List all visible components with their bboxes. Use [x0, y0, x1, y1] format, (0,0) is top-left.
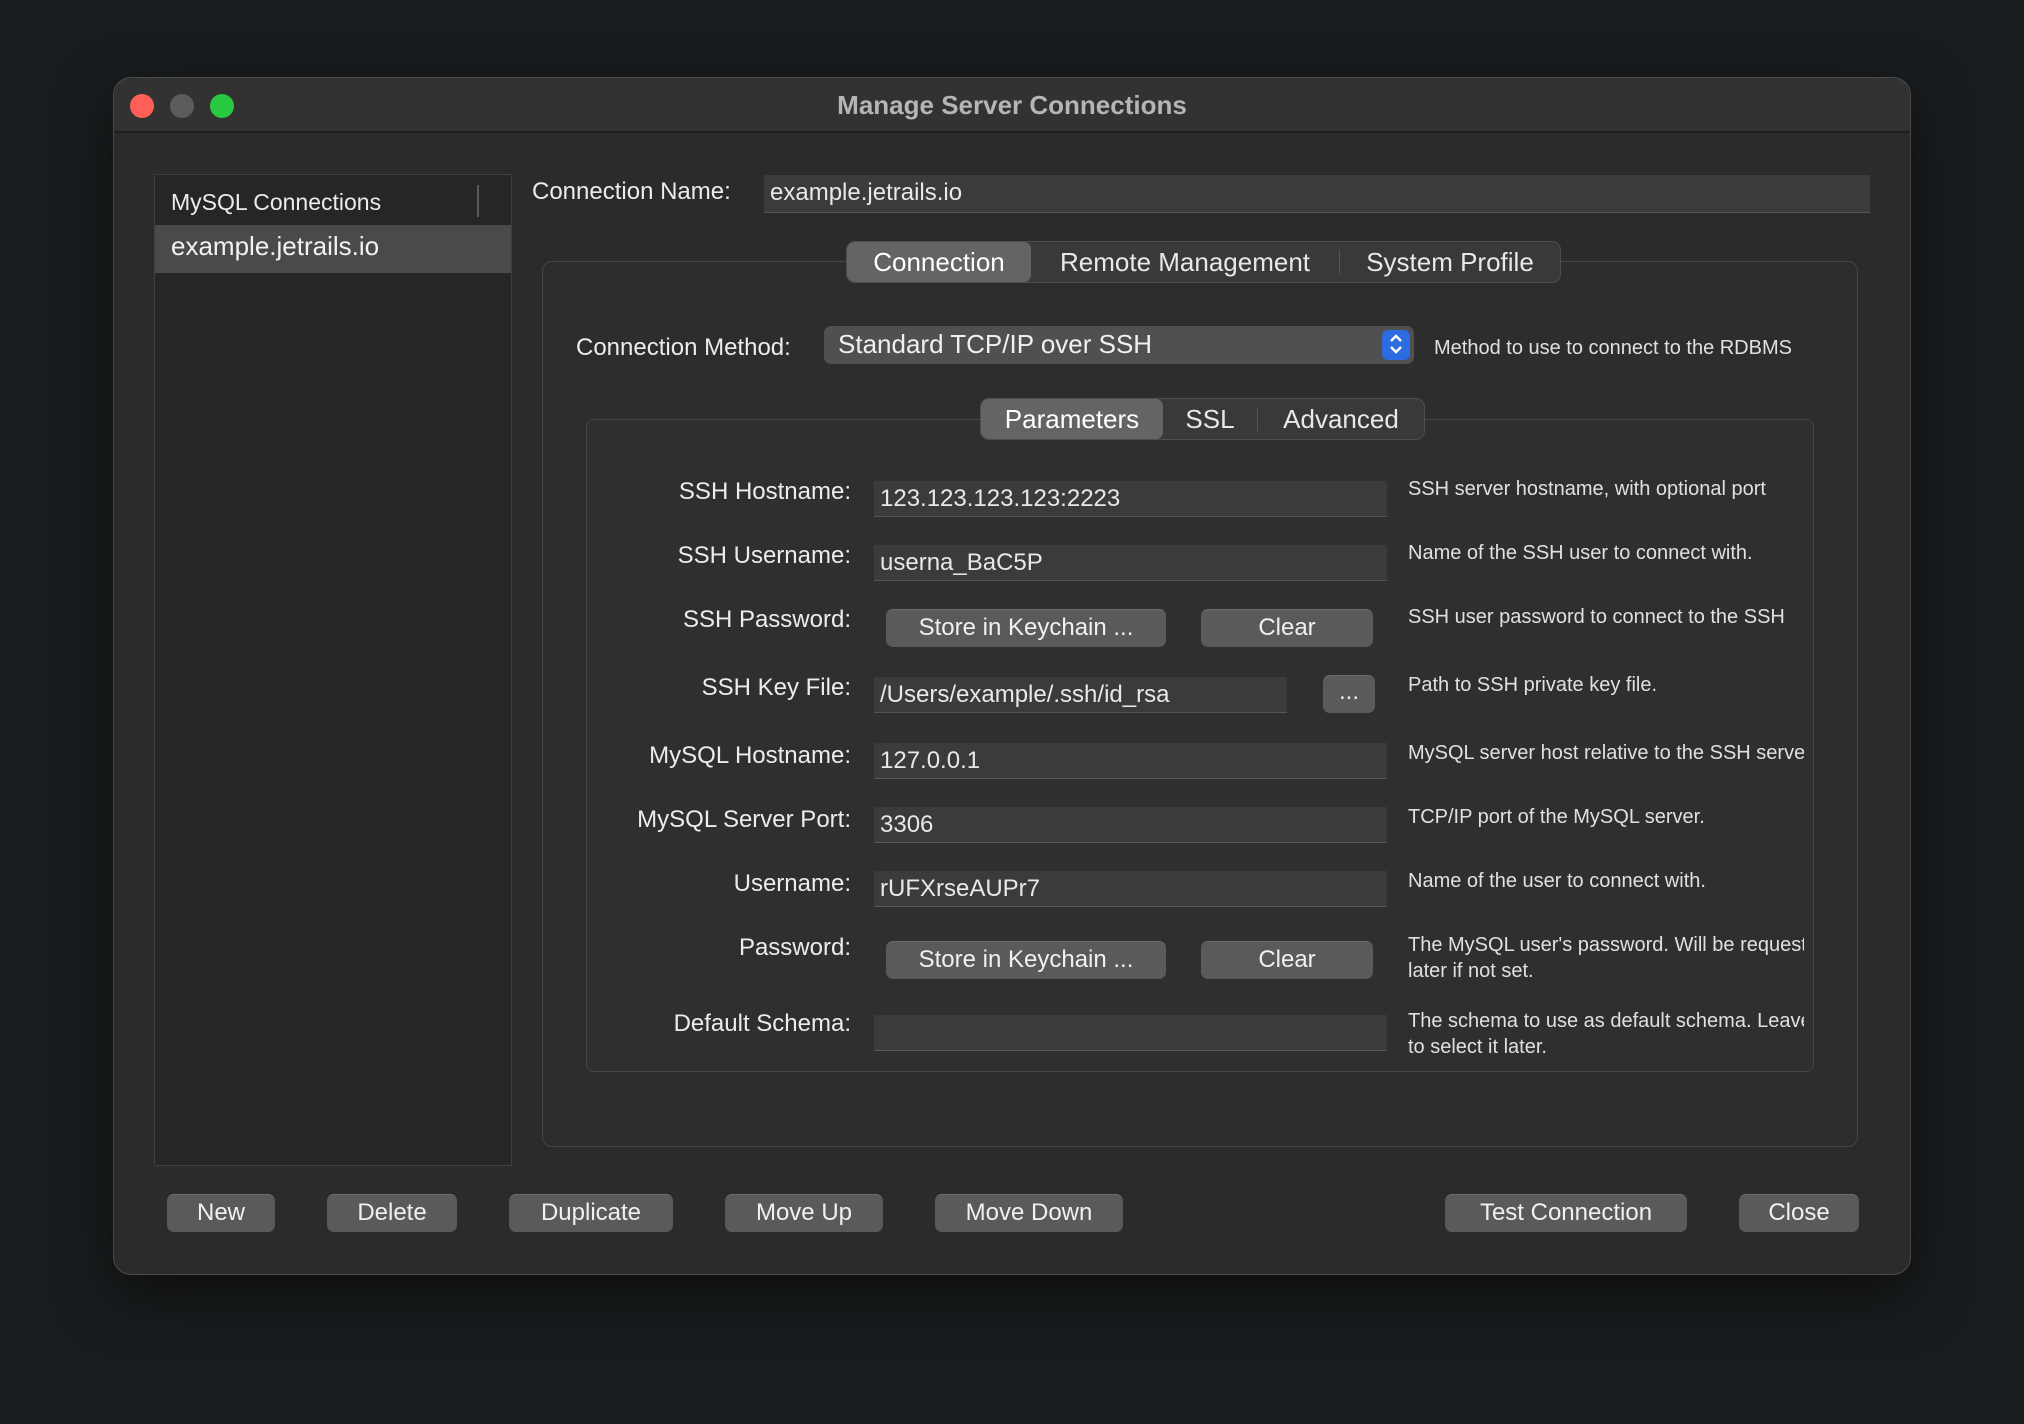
close-button[interactable]: Close: [1739, 1194, 1859, 1232]
mysql-port-help: TCP/IP port of the MySQL server.: [1408, 806, 1705, 828]
new-button[interactable]: New: [167, 1194, 275, 1232]
mysql-port-input[interactable]: 3306: [874, 807, 1387, 843]
window-title: Manage Server Connections: [837, 90, 1187, 120]
delete-button[interactable]: Delete: [327, 1194, 457, 1232]
ssh-password-store-button[interactable]: Store in Keychain ...: [886, 609, 1166, 647]
connection-method-help: Method to use to connect to the RDBMS: [1434, 337, 1792, 359]
mysql-port-label: MySQL Server Port:: [637, 806, 851, 833]
password-label: Password:: [738, 934, 851, 961]
parameters-group-box: SSH Hostname: 123.123.123.123:2223 SSH s…: [586, 419, 1814, 1072]
ssh-key-file-input[interactable]: /Users/example/.ssh/id_rsa: [874, 677, 1287, 713]
column-divider[interactable]: [477, 185, 479, 217]
connection-method-value: Standard TCP/IP over SSH: [838, 329, 1153, 359]
ssh-hostname-label: SSH Hostname:: [678, 478, 851, 505]
parameters-tab-bar: Parameters SSL Advanced: [980, 398, 1425, 440]
default-schema-label: Default Schema:: [673, 1010, 851, 1037]
tab-ssl[interactable]: SSL: [1163, 399, 1257, 439]
sidebar-item-connection[interactable]: example.jetrails.io: [155, 225, 511, 273]
ssh-hostname-help: SSH server hostname, with optional port: [1408, 478, 1766, 500]
password-clear-button[interactable]: Clear: [1201, 941, 1373, 979]
ssh-key-file-label: SSH Key File:: [701, 674, 851, 701]
mysql-hostname-input[interactable]: 127.0.0.1: [874, 743, 1387, 779]
ssh-username-help: Name of the SSH user to connect with.: [1408, 542, 1753, 564]
tab-parameters[interactable]: Parameters: [981, 399, 1163, 439]
test-connection-button[interactable]: Test Connection: [1445, 1194, 1687, 1232]
ssh-username-input[interactable]: userna_BaC5P: [874, 545, 1387, 581]
password-store-button[interactable]: Store in Keychain ...: [886, 941, 1166, 979]
tab-advanced[interactable]: Advanced: [1258, 399, 1424, 439]
connection-method-label: Connection Method:: [576, 334, 791, 361]
password-help-line1: The MySQL user's password. Will be reque…: [1408, 934, 1804, 956]
tab-system-profile[interactable]: System Profile: [1340, 242, 1560, 282]
connection-name-input[interactable]: example.jetrails.io: [764, 175, 1870, 213]
connection-method-select[interactable]: Standard TCP/IP over SSH: [824, 326, 1414, 364]
ssh-password-help: SSH user password to connect to the SSH: [1408, 606, 1785, 628]
tab-connection[interactable]: Connection: [847, 242, 1031, 282]
default-schema-input[interactable]: [874, 1015, 1387, 1051]
move-up-button[interactable]: Move Up: [725, 1194, 883, 1232]
mysql-hostname-label: MySQL Hostname:: [649, 742, 851, 769]
ssh-username-label: SSH Username:: [677, 542, 851, 569]
ssh-password-clear-button[interactable]: Clear: [1201, 609, 1373, 647]
sidebar-header: MySQL Connections: [155, 175, 511, 225]
title-bar: Manage Server Connections: [114, 78, 1910, 133]
connections-sidebar: MySQL Connections example.jetrails.io: [154, 174, 512, 1166]
main-tab-bar: Connection Remote Management System Prof…: [846, 241, 1561, 283]
default-schema-help-line1: The schema to use as default schema. Lea…: [1408, 1010, 1804, 1032]
move-down-button[interactable]: Move Down: [935, 1194, 1123, 1232]
connection-name-label: Connection Name:: [532, 178, 731, 205]
chevron-updown-icon: [1382, 330, 1410, 360]
ssh-password-label: SSH Password:: [682, 606, 851, 633]
manage-connections-window: Manage Server Connections MySQL Connecti…: [113, 77, 1911, 1275]
sidebar-header-label: MySQL Connections: [171, 189, 382, 215]
username-input[interactable]: rUFXrseAUPr7: [874, 871, 1387, 907]
mysql-hostname-help: MySQL server host relative to the SSH se…: [1408, 742, 1804, 764]
ssh-key-file-help: Path to SSH private key file.: [1408, 674, 1658, 696]
tab-remote-management[interactable]: Remote Management: [1031, 242, 1339, 282]
default-schema-help-line2: to select it later.: [1408, 1036, 1547, 1056]
username-label: Username:: [733, 870, 851, 897]
ssh-hostname-input[interactable]: 123.123.123.123:2223: [874, 481, 1387, 517]
password-help-line2: later if not set.: [1408, 960, 1534, 982]
username-help: Name of the user to connect with.: [1408, 870, 1706, 892]
ssh-key-file-browse-button[interactable]: ...: [1323, 675, 1375, 713]
duplicate-button[interactable]: Duplicate: [509, 1194, 673, 1232]
